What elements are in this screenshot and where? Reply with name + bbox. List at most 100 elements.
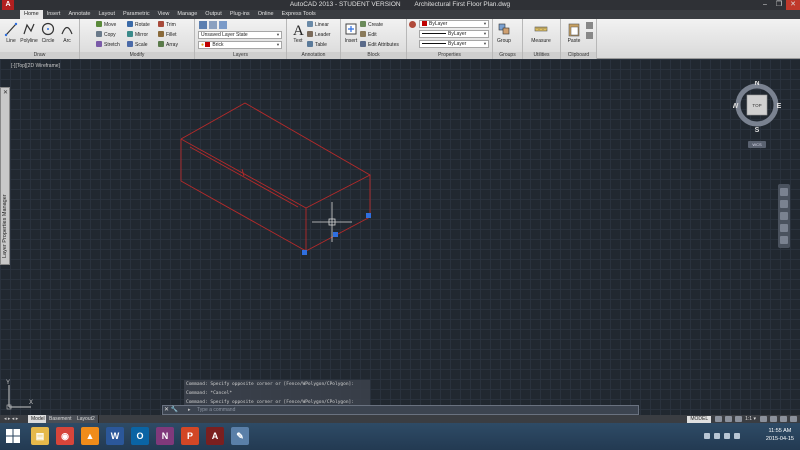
tab-manage[interactable]: Manage: [173, 10, 201, 19]
windows-start-icon[interactable]: [6, 429, 20, 443]
copy-button[interactable]: Copy: [96, 31, 116, 39]
command-line-buttons[interactable]: ✕ 🔧: [164, 407, 178, 414]
polyline-button[interactable]: Polyline: [19, 21, 39, 44]
tab-annotate[interactable]: Annotate: [64, 10, 94, 19]
drawing-geometry[interactable]: [0, 59, 800, 415]
annotation-scale-icon[interactable]: [735, 416, 743, 422]
table-button[interactable]: Table: [307, 41, 327, 49]
layers-panel-title[interactable]: Layers: [195, 52, 286, 59]
insert-button[interactable]: Insert: [341, 21, 361, 44]
layer-state-dropdown[interactable]: Unsaved Layer State ▼: [198, 31, 282, 39]
word-icon[interactable]: W: [106, 427, 124, 445]
properties-panel-title[interactable]: Properties: [407, 52, 492, 59]
model-space-toggle[interactable]: MODEL: [687, 415, 712, 423]
tab-output[interactable]: Output: [201, 10, 226, 19]
maximize-button[interactable]: ❐: [772, 0, 786, 10]
copy-clip-icon[interactable]: [586, 32, 593, 39]
trim-button[interactable]: Trim: [158, 21, 176, 29]
powerpoint-icon[interactable]: P: [181, 427, 199, 445]
paint-icon[interactable]: ✎: [231, 427, 249, 445]
snap-toggle-icon[interactable]: [725, 416, 733, 422]
layer-match-icon[interactable]: [209, 21, 217, 29]
tab-view[interactable]: View: [154, 10, 174, 19]
lock-icon[interactable]: [770, 416, 777, 422]
tab-insert[interactable]: Insert: [43, 10, 65, 19]
tab-express-tools[interactable]: Express Tools: [278, 10, 320, 19]
showmotion-icon[interactable]: [780, 236, 788, 244]
outlook-icon[interactable]: O: [131, 427, 149, 445]
grid-toggle-icon[interactable]: [715, 416, 723, 422]
tab-plug-ins[interactable]: Plug-ins: [226, 10, 254, 19]
scale-button[interactable]: Scale: [127, 41, 148, 49]
text-button[interactable]: A Text: [288, 21, 308, 44]
annotation-scale-value[interactable]: 1:1 ▾: [745, 416, 756, 422]
annotation-panel-title[interactable]: Annotation: [287, 52, 340, 59]
stretch-button[interactable]: Stretch: [96, 41, 120, 49]
leader-button[interactable]: Leader: [307, 31, 331, 39]
tab-parametric[interactable]: Parametric: [119, 10, 154, 19]
drawing-area[interactable]: [-][Top][2D Wireframe] ✕ Layer Propertie…: [0, 59, 800, 415]
tab-layout[interactable]: Layout: [94, 10, 119, 19]
arc-button[interactable]: Arc: [57, 21, 77, 44]
layer-freeze-icon[interactable]: [219, 21, 227, 29]
move-button[interactable]: Move: [96, 21, 116, 29]
modify-panel-title[interactable]: Modify: [80, 52, 194, 59]
color-dropdown[interactable]: ByLayer ▼: [419, 20, 489, 28]
close-button[interactable]: ✕: [786, 0, 800, 10]
grip-right[interactable]: [366, 213, 371, 218]
layout-nav-arrows[interactable]: ◂ ▸ ◂ ▸: [4, 415, 18, 423]
groups-panel-title[interactable]: Groups: [493, 52, 522, 59]
current-layer-dropdown[interactable]: ● Brick ▼: [198, 41, 282, 49]
tab-home[interactable]: Home: [20, 10, 43, 19]
draw-panel-title[interactable]: Draw: [0, 52, 79, 59]
edit-block-button[interactable]: Edit: [360, 31, 377, 39]
layer-properties-icon[interactable]: [199, 21, 207, 29]
edit-attributes-button[interactable]: Edit Attributes: [360, 41, 399, 49]
create-block-button[interactable]: Create: [360, 21, 383, 29]
clock[interactable]: 11:55 AM 2015-04-15: [766, 427, 794, 443]
tray-up-arrow-icon[interactable]: [704, 433, 710, 439]
cut-icon[interactable]: [586, 22, 593, 29]
compass-south[interactable]: S: [755, 127, 760, 134]
viewcube[interactable]: TOP N S E W: [733, 81, 781, 141]
pan-icon[interactable]: [780, 200, 788, 208]
fullscreen-icon[interactable]: [790, 416, 797, 422]
compass-north[interactable]: N: [754, 81, 759, 87]
isolate-objects-icon[interactable]: [780, 416, 787, 422]
fillet-button[interactable]: Fillet: [158, 31, 177, 39]
command-input[interactable]: Type a command: [197, 406, 235, 415]
lineweight-dropdown[interactable]: ByLayer ▼: [419, 40, 489, 48]
battery-icon[interactable]: [734, 433, 740, 439]
utilities-panel-title[interactable]: Utilities: [523, 52, 560, 59]
linetype-dropdown[interactable]: ByLayer ▼: [419, 30, 489, 38]
minimize-button[interactable]: –: [758, 0, 772, 10]
compass-west[interactable]: W: [733, 103, 739, 110]
vlc-icon[interactable]: ▲: [81, 427, 99, 445]
circle-button[interactable]: Circle: [38, 21, 58, 44]
linear-dimension-button[interactable]: Linear: [307, 21, 329, 29]
group-button[interactable]: Group: [494, 21, 514, 44]
measure-button[interactable]: Measure: [527, 21, 555, 44]
array-button[interactable]: Array: [158, 41, 178, 49]
wcs-menu[interactable]: WCS: [748, 141, 766, 148]
workspace-gear-icon[interactable]: [760, 416, 767, 422]
orbit-icon[interactable]: [780, 224, 788, 232]
grip-bottom[interactable]: [302, 250, 307, 255]
rotate-button[interactable]: Rotate: [127, 21, 150, 29]
tab-basement[interactable]: Basement: [46, 415, 76, 423]
compass-east[interactable]: E: [777, 103, 781, 110]
grip-center[interactable]: [333, 232, 338, 237]
box-inner-line[interactable]: [189, 146, 299, 208]
line-button[interactable]: Line: [1, 21, 21, 44]
box-bottom-left-edge[interactable]: [180, 180, 307, 252]
volume-icon[interactable]: [724, 433, 730, 439]
network-icon[interactable]: [714, 433, 720, 439]
file-explorer-icon[interactable]: ▤: [31, 427, 49, 445]
autocad-icon[interactable]: A: [206, 427, 224, 445]
block-panel-title[interactable]: Block: [341, 52, 406, 59]
command-line[interactable]: ✕ 🔧 ▸ Type a command: [162, 405, 639, 415]
chrome-icon[interactable]: ◉: [56, 427, 74, 445]
zoom-icon[interactable]: [780, 212, 788, 220]
clipboard-panel-title[interactable]: Clipboard: [561, 52, 596, 59]
tab-layout2[interactable]: Layout2: [74, 415, 99, 423]
